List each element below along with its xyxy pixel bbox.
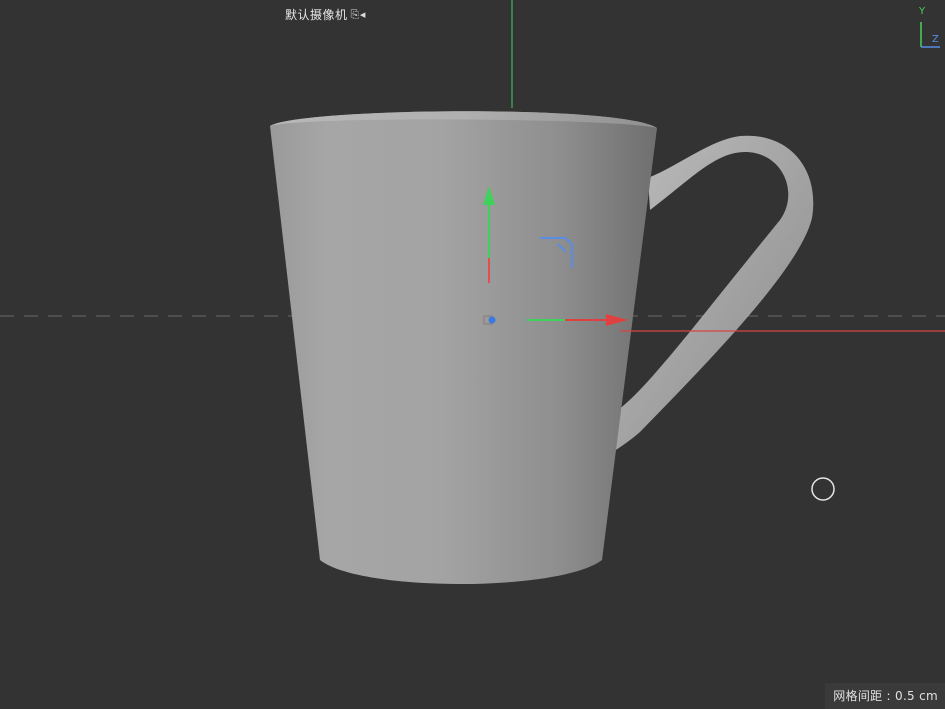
axis-y-label: Y [919,6,926,17]
cursor-ring [811,477,835,501]
camera-label-text: 默认摄像机 [285,8,348,22]
grid-spacing-readout: 网格间距 : 0.5 cm [825,683,945,709]
camera-icon[interactable]: ⎘◂ [351,8,366,22]
scene-canvas[interactable] [0,0,945,709]
gizmo-pivot-dot[interactable] [488,316,496,324]
3d-viewport[interactable]: 默认摄像机 ⎘◂ Y Z 网格间距 : 0.5 cm [0,0,945,709]
camera-selector[interactable]: 默认摄像机 ⎘◂ [285,6,366,23]
mug-body[interactable] [270,111,657,585]
axis-orientation-gizmo: Y Z [910,6,942,50]
axis-z-label: Z [932,34,939,45]
